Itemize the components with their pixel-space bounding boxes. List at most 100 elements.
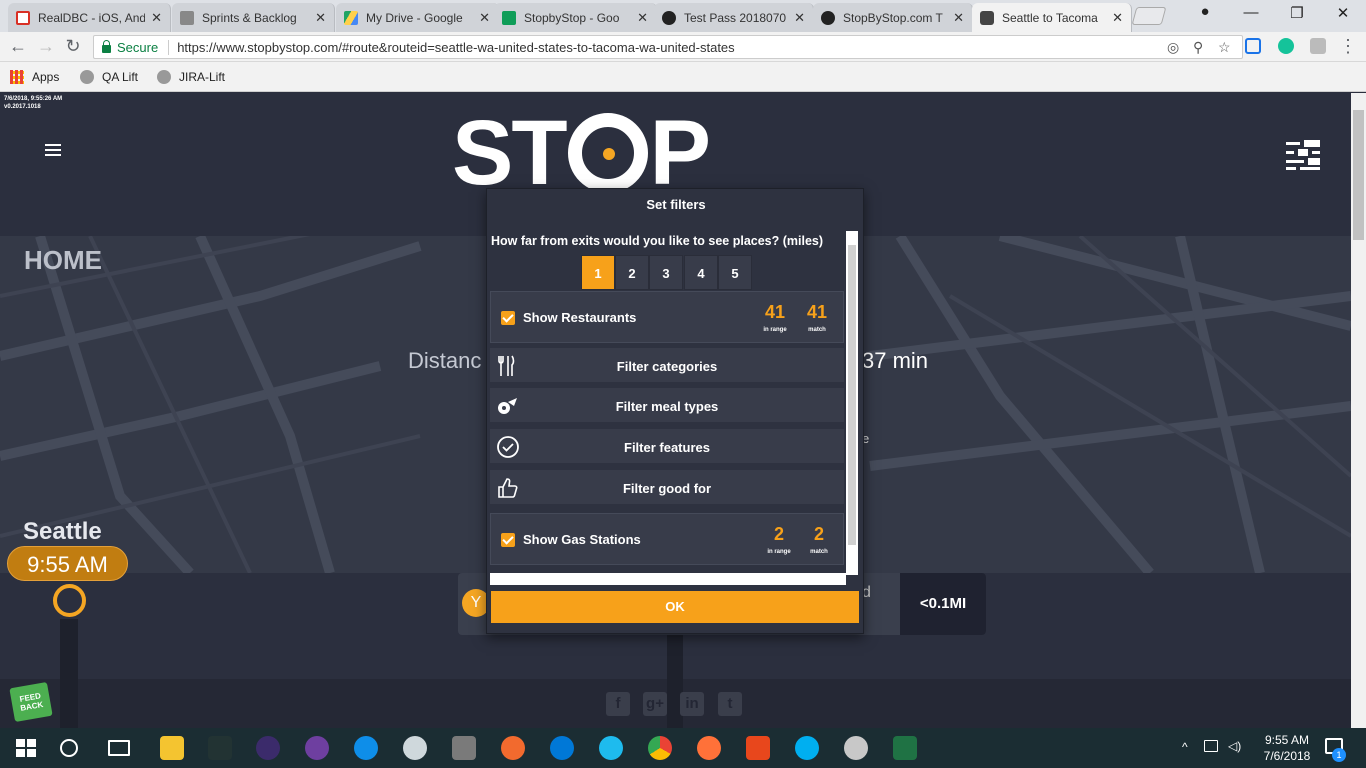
chrome-icon[interactable] [648, 736, 672, 760]
show-gas-stations-label: Show Gas Stations [523, 532, 641, 547]
bookmark-jira-lift[interactable]: JIRA-Lift [157, 70, 225, 84]
tab-sprints[interactable]: Sprints & Backlog ✕ [172, 3, 335, 32]
in-range-label: in range [763, 327, 787, 333]
tab-stopbystop-test[interactable]: StopByStop.com T ✕ [813, 3, 973, 32]
address-bar[interactable]: Secure https://www.stopbystop.com/#route… [93, 35, 1243, 59]
tab-realdbc[interactable]: RealDBC - iOS, And ✕ [8, 3, 171, 32]
ok-button[interactable]: OK [491, 591, 859, 623]
tab-seattle-tacoma[interactable]: Seattle to Tacoma ✕ [972, 3, 1132, 32]
page-scrollbar-thumb[interactable] [1353, 110, 1364, 240]
system-clock[interactable]: 9:55 AM 7/6/2018 [1252, 732, 1322, 764]
show-restaurants-checkbox[interactable] [501, 311, 515, 325]
edge-icon[interactable] [550, 736, 574, 760]
dialog-horizontal-scrollbar[interactable] [490, 573, 846, 585]
google-plus-icon[interactable]: g+ [643, 692, 667, 716]
windows-start-icon[interactable] [14, 736, 38, 760]
camera-app-icon[interactable] [746, 736, 770, 760]
facebook-icon[interactable]: f [606, 692, 630, 716]
bookmark-star-icon[interactable]: ☆ [1218, 39, 1231, 56]
github-icon [821, 10, 835, 25]
logo-o-icon [567, 113, 648, 193]
close-icon[interactable]: ✕ [315, 10, 326, 26]
scrollbar-thumb[interactable] [848, 245, 856, 545]
distance-question: How far from exits would you like to see… [491, 234, 824, 248]
close-window-button[interactable]: ✕ [1328, 4, 1358, 22]
reload-button[interactable]: ↻ [63, 36, 83, 56]
twitter-icon[interactable]: t [718, 692, 742, 716]
back-button[interactable]: ← [8, 36, 28, 56]
volume-icon[interactable]: ◁) [1228, 739, 1242, 753]
tab-sheets[interactable]: StopbyStop - Goo ✕ [494, 3, 657, 32]
secure-indicator[interactable]: Secure [102, 40, 158, 55]
tab-title: StopByStop.com T [843, 10, 943, 25]
filter-meal-types-row[interactable]: Filter meal types [490, 388, 844, 425]
menu-dots-icon[interactable]: ⋮ [1338, 36, 1358, 56]
excel-icon[interactable] [893, 736, 917, 760]
jira-icon [157, 70, 171, 84]
clock-time: 9:55 AM [1264, 733, 1310, 747]
filter-good-for-row[interactable]: Filter good for [490, 470, 844, 507]
file-explorer-icon[interactable] [160, 736, 184, 760]
bookmark-apps[interactable]: Apps [10, 70, 59, 84]
filter-sliders-icon[interactable] [1286, 140, 1320, 170]
feedback-button[interactable]: FEED BACK [9, 681, 53, 723]
url-text[interactable]: https://www.stopbystop.com/#route&routei… [168, 39, 735, 55]
internet-explorer-icon[interactable] [599, 736, 623, 760]
close-icon[interactable]: ✕ [637, 10, 648, 26]
distance-option-5[interactable]: 5 [718, 255, 752, 290]
departure-time[interactable]: 9:55 AM [7, 546, 128, 581]
close-icon[interactable]: ✕ [479, 10, 490, 26]
skype-icon[interactable] [795, 736, 819, 760]
restore-button[interactable]: ❐ [1282, 4, 1312, 22]
task-view-icon[interactable] [108, 740, 130, 756]
gas-in-range-count: 2 [773, 524, 784, 544]
profile-icon[interactable]: ● [1190, 3, 1220, 20]
filter-good-for-label: Filter good for [622, 481, 712, 496]
show-gas-stations-checkbox[interactable] [501, 533, 515, 547]
eclipse-icon[interactable] [256, 736, 280, 760]
new-tab-button[interactable] [1131, 7, 1167, 25]
paint-icon[interactable] [844, 736, 868, 760]
network-icon[interactable] [1204, 740, 1218, 752]
filter-features-row[interactable]: Filter features [490, 429, 844, 466]
github-icon [662, 10, 676, 25]
set-filters-dialog: Set filters How far from exits would you… [486, 188, 864, 634]
close-icon[interactable]: ✕ [1112, 10, 1123, 26]
filter-features-label: Filter features [624, 440, 710, 455]
bookmark-qa-lift[interactable]: QA Lift [80, 70, 138, 84]
filter-categories-row[interactable]: Filter categories [490, 348, 844, 385]
hamburger-menu-icon[interactable] [45, 144, 61, 156]
stop-logo[interactable]: ST P [452, 107, 711, 199]
search-icon[interactable] [60, 739, 78, 757]
location-icon[interactable]: ◎ [1167, 39, 1179, 56]
tab-testpass[interactable]: Test Pass 2018070 ✕ [654, 3, 814, 32]
grammarly-icon[interactable] [1278, 38, 1294, 54]
minimize-button[interactable]: — [1236, 4, 1266, 21]
teamviewer-icon[interactable] [354, 736, 378, 760]
github-desktop-icon[interactable] [305, 736, 329, 760]
tab-drive[interactable]: My Drive - Google ✕ [336, 3, 499, 32]
gmail-icon [16, 10, 30, 25]
cast-icon[interactable] [1245, 38, 1261, 54]
distance-option-3[interactable]: 3 [649, 255, 683, 290]
distance-option-1[interactable]: 1 [581, 255, 615, 290]
network-app-icon[interactable] [403, 736, 427, 760]
swift-icon[interactable] [501, 736, 525, 760]
distance-option-2[interactable]: 2 [615, 255, 649, 290]
security-shield-icon[interactable] [208, 736, 232, 760]
show-hidden-icons[interactable]: ^ [1182, 740, 1194, 754]
firefox-icon[interactable] [697, 736, 721, 760]
close-icon[interactable]: ✕ [953, 10, 964, 26]
linkedin-icon[interactable]: in [680, 692, 704, 716]
zoom-icon[interactable]: ⚲ [1193, 39, 1203, 56]
drive-icon [344, 10, 358, 25]
dialog-vertical-scrollbar[interactable] [846, 231, 858, 575]
pdf-extension-icon[interactable] [1310, 38, 1326, 54]
distance-option-4[interactable]: 4 [684, 255, 718, 290]
route-line [60, 619, 78, 728]
forward-button[interactable]: → [36, 36, 56, 56]
home-link[interactable]: HOME [24, 245, 102, 276]
sourcetree-icon[interactable] [452, 736, 476, 760]
close-icon[interactable]: ✕ [794, 10, 805, 26]
close-icon[interactable]: ✕ [151, 10, 162, 26]
